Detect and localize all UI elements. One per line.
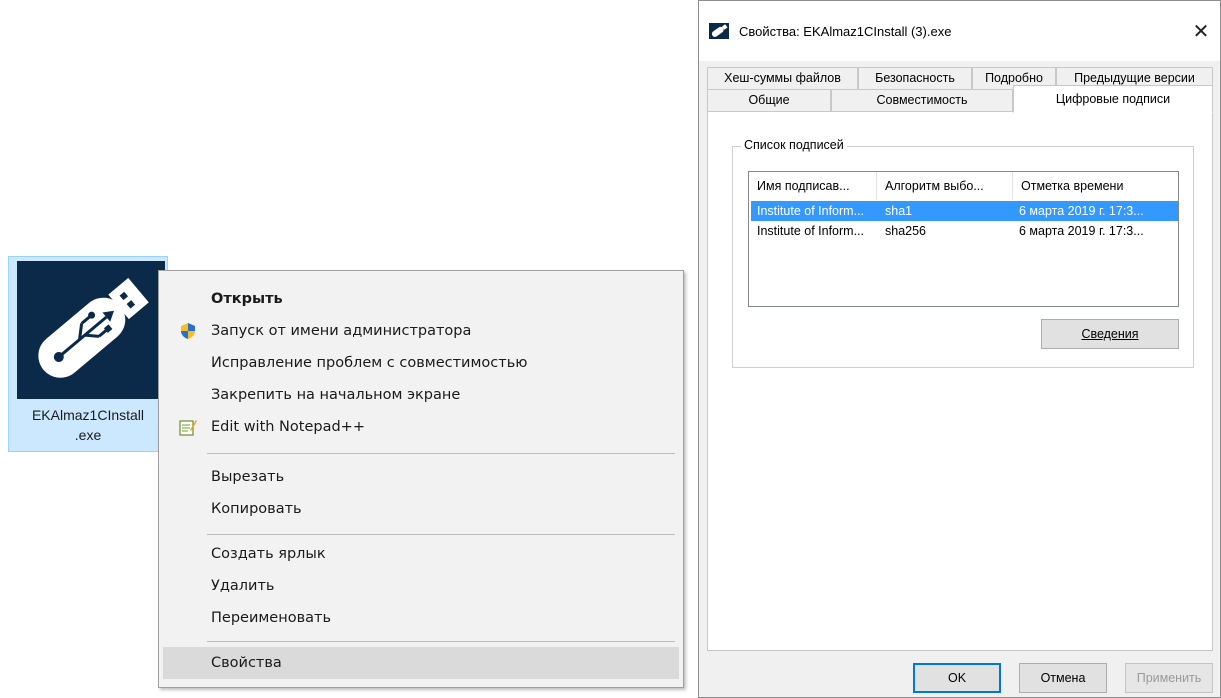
tab-security[interactable]: Безопасность xyxy=(858,67,972,89)
signature-list[interactable]: Имя подписав... Алгоритм выбо... Отметка… xyxy=(748,171,1179,307)
menu-item-label: Исправление проблем с совместимостью xyxy=(211,355,528,371)
notepad-plus-plus-icon xyxy=(179,420,197,436)
usb-flash-drive-icon xyxy=(17,261,165,399)
tab-compatibility[interactable]: Совместимость xyxy=(831,89,1013,111)
tab-hash-sums[interactable]: Хеш-суммы файлов xyxy=(707,67,858,89)
cell-timestamp: 6 марта 2019 г. 17:3... xyxy=(1019,204,1144,218)
tab-digital-signatures[interactable]: Цифровые подписи xyxy=(1013,85,1213,113)
group-title: Список подписей xyxy=(741,138,847,152)
tab-general[interactable]: Общие xyxy=(707,89,831,111)
menu-item-label: Закрепить на начальном экране xyxy=(211,387,461,403)
menu-item-open[interactable]: Открыть xyxy=(163,283,679,315)
table-row[interactable]: Institute of Inform... sha256 6 марта 20… xyxy=(751,221,1178,241)
dialog-titlebar[interactable]: Свойства: EKAlmaz1CInstall (3).exe ✕ xyxy=(699,1,1220,61)
menu-item-label: Копировать xyxy=(211,501,302,517)
menu-item-pin-to-start[interactable]: Закрепить на начальном экране xyxy=(163,379,679,411)
ok-button[interactable]: OK xyxy=(913,663,1001,693)
menu-item-label: Свойства xyxy=(211,655,282,671)
details-button[interactable]: Сведения xyxy=(1041,319,1179,349)
apply-button[interactable]: Применить xyxy=(1125,663,1213,693)
dialog-title: Свойства: EKAlmaz1CInstall (3).exe xyxy=(739,24,952,39)
menu-item-label: Edit with Notepad++ xyxy=(211,419,365,435)
cell-algorithm: sha256 xyxy=(885,224,927,238)
menu-item-label: Создать ярлык xyxy=(211,546,326,562)
cancel-button[interactable]: Отмена xyxy=(1019,663,1107,693)
properties-dialog: Свойства: EKAlmaz1CInstall (3).exe ✕ Хеш… xyxy=(698,0,1221,698)
details-button-label: Сведения xyxy=(1081,327,1139,341)
menu-item-delete[interactable]: Удалить xyxy=(163,570,679,602)
list-header: Имя подписав... Алгоритм выбо... Отметка… xyxy=(749,172,1178,200)
menu-item-create-shortcut[interactable]: Создать ярлык xyxy=(163,538,679,570)
column-header-signer[interactable]: Имя подписав... xyxy=(749,172,877,200)
menu-item-cut[interactable]: Вырезать xyxy=(163,461,679,493)
menu-separator xyxy=(207,641,675,642)
usb-drive-app-icon xyxy=(709,23,729,39)
uac-shield-icon xyxy=(181,323,195,339)
menu-item-run-as-admin[interactable]: Запуск от имени администратора xyxy=(163,315,679,347)
cell-signer: Institute of Inform... xyxy=(757,204,864,218)
menu-item-rename[interactable]: Переименовать xyxy=(163,602,679,634)
close-icon[interactable]: ✕ xyxy=(1183,15,1219,49)
cell-timestamp: 6 марта 2019 г. 17:3... xyxy=(1019,224,1144,238)
cell-signer: Institute of Inform... xyxy=(757,224,864,238)
menu-item-label: Переименовать xyxy=(211,610,332,626)
column-header-algorithm[interactable]: Алгоритм выбо... xyxy=(877,172,1013,200)
context-menu: Открыть Запуск от имени администратора И… xyxy=(158,270,684,688)
menu-item-properties[interactable]: Свойства xyxy=(163,647,679,679)
menu-item-label: Вырезать xyxy=(211,469,285,485)
menu-item-label: Удалить xyxy=(211,578,275,594)
menu-item-label: Открыть xyxy=(211,291,283,307)
tab-panel-digital-signatures: Список подписей Имя подписав... Алгоритм… xyxy=(707,111,1213,651)
desktop-file-icon[interactable]: EKAlmaz1CInstall .exe xyxy=(8,256,168,452)
menu-item-copy[interactable]: Копировать xyxy=(163,493,679,525)
menu-item-troubleshoot-compatibility[interactable]: Исправление проблем с совместимостью xyxy=(163,347,679,379)
menu-separator xyxy=(207,453,675,454)
column-header-timestamp[interactable]: Отметка времени xyxy=(1013,172,1178,200)
menu-separator xyxy=(207,534,675,535)
desktop-file-label: EKAlmaz1CInstall .exe xyxy=(31,407,145,443)
signature-list-group: Список подписей Имя подписав... Алгоритм… xyxy=(732,138,1194,368)
menu-item-label: Запуск от имени администратора xyxy=(211,323,472,339)
cell-algorithm: sha1 xyxy=(885,204,913,218)
menu-item-edit-with-notepad[interactable]: Edit with Notepad++ xyxy=(163,411,679,443)
table-row[interactable]: Institute of Inform... sha1 6 марта 2019… xyxy=(751,201,1178,221)
